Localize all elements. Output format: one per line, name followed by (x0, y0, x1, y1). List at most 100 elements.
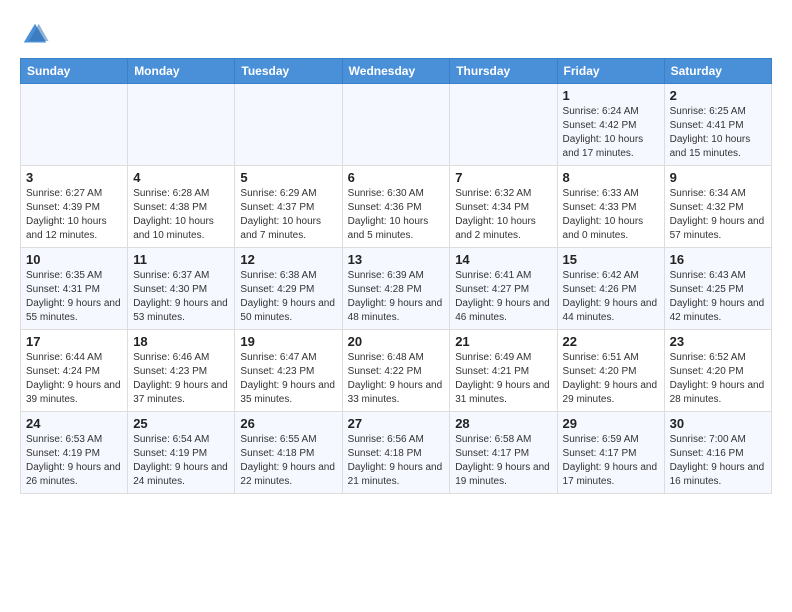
day-number: 10 (26, 252, 122, 267)
calendar-week-row: 3 Sunrise: 6:27 AMSunset: 4:39 PMDaylight… (21, 166, 772, 248)
day-info: Sunrise: 7:00 AMSunset: 4:16 PMDaylight:… (670, 433, 766, 489)
day-number: 30 (670, 416, 766, 431)
logo (20, 20, 56, 50)
calendar-week-row: 1Sunrise: 6:24 AMSunset: 4:42 PMDaylight… (21, 84, 772, 166)
calendar-day-15: 15 Sunrise: 6:42 AMSunset: 4:26 PMDayligh… (557, 248, 664, 330)
day-info: Sunrise: 6:29 AMSunset: 4:37 PMDaylight:… (240, 187, 336, 243)
calendar-week-row: 17 Sunrise: 6:44 AMSunset: 4:24 PMDayligh… (21, 330, 772, 412)
day-number: 12 (240, 252, 336, 267)
calendar-day-26: 26 Sunrise: 6:55 AMSunset: 4:18 PMDayligh… (235, 412, 342, 494)
day-info: Sunrise: 6:25 AMSunset: 4:41 PMDaylight:… (670, 105, 766, 161)
calendar-day-9: 9 Sunrise: 6:34 AMSunset: 4:32 PMDaylight… (664, 166, 771, 248)
calendar-day-13: 13 Sunrise: 6:39 AMSunset: 4:28 PMDayligh… (342, 248, 450, 330)
day-info: Sunrise: 6:30 AMSunset: 4:36 PMDaylight:… (348, 187, 445, 243)
day-info: Sunrise: 6:32 AMSunset: 4:34 PMDaylight:… (455, 187, 551, 243)
day-info: Sunrise: 6:35 AMSunset: 4:31 PMDaylight:… (26, 269, 122, 325)
calendar-day-18: 18 Sunrise: 6:46 AMSunset: 4:23 PMDayligh… (128, 330, 235, 412)
day-number: 27 (348, 416, 445, 431)
calendar-day-14: 14 Sunrise: 6:41 AMSunset: 4:27 PMDayligh… (450, 248, 557, 330)
calendar-day-10: 10 Sunrise: 6:35 AMSunset: 4:31 PMDayligh… (21, 248, 128, 330)
calendar-day-28: 28Sunrise: 6:58 AMSunset: 4:17 PMDayligh… (450, 412, 557, 494)
calendar-day-11: 11 Sunrise: 6:37 AMSunset: 4:30 PMDayligh… (128, 248, 235, 330)
day-info: Sunrise: 6:27 AMSunset: 4:39 PMDaylight:… (26, 187, 122, 243)
weekday-header-saturday: Saturday (664, 59, 771, 84)
header (20, 20, 772, 50)
day-number: 11 (133, 252, 229, 267)
calendar-day-20: 20 Sunrise: 6:48 AMSunset: 4:22 PMDayligh… (342, 330, 450, 412)
day-number: 14 (455, 252, 551, 267)
day-number: 13 (348, 252, 445, 267)
calendar-day-7: 7 Sunrise: 6:32 AMSunset: 4:34 PMDaylight… (450, 166, 557, 248)
day-info: Sunrise: 6:43 AMSunset: 4:25 PMDaylight:… (670, 269, 766, 325)
calendar-day-17: 17 Sunrise: 6:44 AMSunset: 4:24 PMDayligh… (21, 330, 128, 412)
day-info: Sunrise: 6:41 AMSunset: 4:27 PMDaylight:… (455, 269, 551, 325)
day-number: 24 (26, 416, 122, 431)
day-info: Sunrise: 6:37 AMSunset: 4:30 PMDaylight:… (133, 269, 229, 325)
day-number: 23 (670, 334, 766, 349)
day-number: 4 (133, 170, 229, 185)
day-info: Sunrise: 6:51 AMSunset: 4:20 PMDaylight:… (563, 351, 659, 407)
day-number: 19 (240, 334, 336, 349)
day-info: Sunrise: 6:55 AMSunset: 4:18 PMDaylight:… (240, 433, 336, 489)
day-number: 26 (240, 416, 336, 431)
day-number: 2 (670, 88, 766, 103)
calendar-day-1: 1Sunrise: 6:24 AMSunset: 4:42 PMDaylight… (557, 84, 664, 166)
calendar-day-19: 19 Sunrise: 6:47 AMSunset: 4:23 PMDayligh… (235, 330, 342, 412)
calendar-day-23: 23 Sunrise: 6:52 AMSunset: 4:20 PMDayligh… (664, 330, 771, 412)
day-info: Sunrise: 6:49 AMSunset: 4:21 PMDaylight:… (455, 351, 551, 407)
day-number: 7 (455, 170, 551, 185)
day-info: Sunrise: 6:42 AMSunset: 4:26 PMDaylight:… (563, 269, 659, 325)
calendar-day-25: 25Sunrise: 6:54 AMSunset: 4:19 PMDayligh… (128, 412, 235, 494)
calendar-day-29: 29 Sunrise: 6:59 AMSunset: 4:17 PMDayligh… (557, 412, 664, 494)
calendar-day-8: 8Sunrise: 6:33 AMSunset: 4:33 PMDaylight… (557, 166, 664, 248)
weekday-header-thursday: Thursday (450, 59, 557, 84)
calendar-day-4: 4 Sunrise: 6:28 AMSunset: 4:38 PMDaylight… (128, 166, 235, 248)
day-number: 20 (348, 334, 445, 349)
day-number: 5 (240, 170, 336, 185)
day-info: Sunrise: 6:47 AMSunset: 4:23 PMDaylight:… (240, 351, 336, 407)
day-info: Sunrise: 6:46 AMSunset: 4:23 PMDaylight:… (133, 351, 229, 407)
weekday-header-tuesday: Tuesday (235, 59, 342, 84)
day-number: 15 (563, 252, 659, 267)
calendar-week-row: 10 Sunrise: 6:35 AMSunset: 4:31 PMDayligh… (21, 248, 772, 330)
day-info: Sunrise: 6:44 AMSunset: 4:24 PMDaylight:… (26, 351, 122, 407)
calendar-day-21: 21Sunrise: 6:49 AMSunset: 4:21 PMDayligh… (450, 330, 557, 412)
day-info: Sunrise: 6:33 AMSunset: 4:33 PMDaylight:… (563, 187, 659, 243)
calendar-empty-cell (450, 84, 557, 166)
calendar-empty-cell (21, 84, 128, 166)
calendar-day-16: 16Sunrise: 6:43 AMSunset: 4:25 PMDayligh… (664, 248, 771, 330)
calendar-week-row: 24Sunrise: 6:53 AMSunset: 4:19 PMDayligh… (21, 412, 772, 494)
day-info: Sunrise: 6:39 AMSunset: 4:28 PMDaylight:… (348, 269, 445, 325)
calendar-empty-cell (342, 84, 450, 166)
day-info: Sunrise: 6:28 AMSunset: 4:38 PMDaylight:… (133, 187, 229, 243)
day-info: Sunrise: 6:52 AMSunset: 4:20 PMDaylight:… (670, 351, 766, 407)
day-number: 6 (348, 170, 445, 185)
calendar-day-5: 5 Sunrise: 6:29 AMSunset: 4:37 PMDaylight… (235, 166, 342, 248)
weekday-header-friday: Friday (557, 59, 664, 84)
weekday-header-sunday: Sunday (21, 59, 128, 84)
calendar-table: SundayMondayTuesdayWednesdayThursdayFrid… (20, 58, 772, 494)
calendar-day-30: 30 Sunrise: 7:00 AMSunset: 4:16 PMDayligh… (664, 412, 771, 494)
day-info: Sunrise: 6:56 AMSunset: 4:18 PMDaylight:… (348, 433, 445, 489)
day-number: 3 (26, 170, 122, 185)
day-number: 22 (563, 334, 659, 349)
day-number: 18 (133, 334, 229, 349)
day-info: Sunrise: 6:48 AMSunset: 4:22 PMDaylight:… (348, 351, 445, 407)
calendar-day-2: 2 Sunrise: 6:25 AMSunset: 4:41 PMDaylight… (664, 84, 771, 166)
day-number: 29 (563, 416, 659, 431)
calendar-day-12: 12 Sunrise: 6:38 AMSunset: 4:29 PMDayligh… (235, 248, 342, 330)
logo-icon (20, 20, 50, 50)
day-number: 9 (670, 170, 766, 185)
day-number: 17 (26, 334, 122, 349)
calendar-day-6: 6 Sunrise: 6:30 AMSunset: 4:36 PMDaylight… (342, 166, 450, 248)
weekday-header-row: SundayMondayTuesdayWednesdayThursdayFrid… (21, 59, 772, 84)
calendar-empty-cell (235, 84, 342, 166)
calendar-day-24: 24Sunrise: 6:53 AMSunset: 4:19 PMDayligh… (21, 412, 128, 494)
day-info: Sunrise: 6:24 AMSunset: 4:42 PMDaylight:… (563, 105, 659, 161)
weekday-header-wednesday: Wednesday (342, 59, 450, 84)
day-info: Sunrise: 6:59 AMSunset: 4:17 PMDaylight:… (563, 433, 659, 489)
day-info: Sunrise: 6:54 AMSunset: 4:19 PMDaylight:… (133, 433, 229, 489)
day-number: 28 (455, 416, 551, 431)
day-info: Sunrise: 6:34 AMSunset: 4:32 PMDaylight:… (670, 187, 766, 243)
day-info: Sunrise: 6:38 AMSunset: 4:29 PMDaylight:… (240, 269, 336, 325)
